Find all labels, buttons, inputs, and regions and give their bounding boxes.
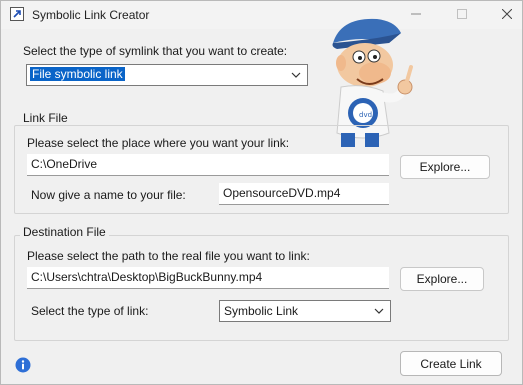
maximize-icon <box>457 9 467 19</box>
link-shortcut-icon <box>10 7 24 21</box>
chevron-down-icon <box>374 308 384 314</box>
link-place-value: C:\OneDrive <box>31 157 98 171</box>
window-title: Symbolic Link Creator <box>32 8 150 22</box>
destination-path-input[interactable]: C:\Users\chtra\Desktop\BigBuckBunny.mp4 <box>27 267 389 289</box>
link-name-input[interactable]: OpensourceDVD.mp4 <box>219 183 389 205</box>
symlink-type-select[interactable]: File symbolic link <box>26 64 308 86</box>
maximize-button[interactable] <box>447 4 477 24</box>
symlink-type-value: File symbolic link <box>30 67 125 81</box>
symlink-type-prompt: Select the type of symlink that you want… <box>23 44 288 58</box>
close-icon <box>502 9 512 19</box>
svg-text:dvd: dvd <box>359 111 372 119</box>
link-place-prompt: Please select the place where you want y… <box>27 136 290 150</box>
link-explore-button[interactable]: Explore... <box>400 155 490 179</box>
create-link-button[interactable]: Create Link <box>400 351 502 376</box>
destination-path-value: C:\Users\chtra\Desktop\BigBuckBunny.mp4 <box>31 270 263 284</box>
link-type-prompt: Select the type of link: <box>31 304 149 318</box>
chevron-down-icon <box>291 72 301 78</box>
app-window: Symbolic Link Creator Select the type of… <box>0 0 523 385</box>
link-place-input[interactable]: C:\OneDrive <box>27 154 389 176</box>
destination-path-prompt: Please select the path to the real file … <box>27 249 310 263</box>
link-type-value: Symbolic Link <box>224 304 299 318</box>
destination-file-group-title: Destination File <box>20 225 109 239</box>
title-bar[interactable]: Symbolic Link Creator <box>1 1 522 29</box>
close-button[interactable] <box>492 4 522 24</box>
destination-explore-button[interactable]: Explore... <box>400 267 484 291</box>
link-name-value: OpensourceDVD.mp4 <box>223 186 341 200</box>
link-type-select[interactable]: Symbolic Link <box>219 300 391 322</box>
link-name-prompt: Now give a name to your file: <box>31 188 186 202</box>
info-icon[interactable] <box>15 357 31 373</box>
link-file-group-title: Link File <box>20 111 71 125</box>
